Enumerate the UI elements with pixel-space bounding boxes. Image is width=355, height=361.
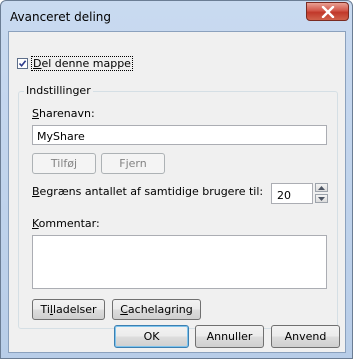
window-title: Avanceret deling [10, 10, 112, 24]
title-bar[interactable]: Avanceret deling [1, 1, 352, 31]
cancel-button-label: Annuller [206, 330, 253, 343]
close-icon [321, 5, 334, 18]
permissions-button[interactable]: Tilladelser [32, 299, 105, 320]
share-name-input[interactable]: MyShare [32, 125, 327, 145]
add-button-label: Tilføj [50, 157, 78, 170]
permissions-post: ladelser [52, 303, 97, 316]
remove-button[interactable]: Fjern [101, 153, 165, 174]
comment-label: Kommentar: [32, 217, 100, 230]
share-folder-label-text: el denne mappe [41, 57, 131, 70]
apply-button[interactable]: Anvend [271, 325, 340, 348]
share-name-label-text: harenavn: [38, 107, 95, 120]
limit-users-input[interactable]: 20 [271, 183, 313, 204]
spin-up-icon [318, 185, 325, 190]
caching-button[interactable]: Cachelagring [112, 299, 201, 320]
comment-textarea[interactable] [32, 235, 327, 289]
ok-button[interactable]: OK [114, 325, 189, 348]
spin-down-button[interactable] [315, 194, 328, 203]
settings-groupbox: Indstillinger Sharenavn: MyShare Tilføj … [18, 84, 338, 329]
share-name-value: MyShare [37, 130, 85, 143]
cancel-button[interactable]: Annuller [195, 325, 264, 348]
share-name-label: Sharenavn: [32, 107, 95, 120]
caching-button-label: Cachelagring [120, 303, 193, 316]
limit-users-value: 20 [277, 189, 291, 202]
share-folder-checkbox[interactable] [17, 58, 28, 69]
checkmark-icon [18, 60, 27, 68]
dialog-content: Del denne mappe Indstillinger Sharenavn:… [8, 31, 346, 353]
limit-users-label: Begræns antallet af samtidige brugere ti… [32, 185, 264, 198]
caching-mnemonic: C [120, 303, 128, 316]
comment-label-text: ommentar: [38, 217, 100, 230]
permissions-button-label: Tilladelser [40, 303, 96, 316]
share-folder-label[interactable]: Del denne mappe [31, 56, 133, 71]
caching-rest: achelagring [127, 303, 193, 316]
limit-users-label-text: egræns antallet af samtidige brugere til… [39, 185, 264, 198]
share-folder-checkbox-row[interactable]: Del denne mappe [17, 56, 133, 71]
spin-up-button[interactable] [315, 183, 328, 192]
ok-button-label: OK [143, 330, 160, 343]
apply-button-label: Anvend [284, 330, 327, 343]
permissions-pre: Ti [40, 303, 50, 316]
dialog-window: Avanceret deling Del denne mappe Indstil… [0, 0, 353, 359]
spin-down-icon [318, 196, 325, 201]
add-button[interactable]: Tilføj [32, 153, 96, 174]
remove-button-label: Fjern [119, 157, 147, 170]
settings-group-label: Indstillinger [24, 84, 93, 97]
close-button[interactable] [306, 2, 349, 21]
